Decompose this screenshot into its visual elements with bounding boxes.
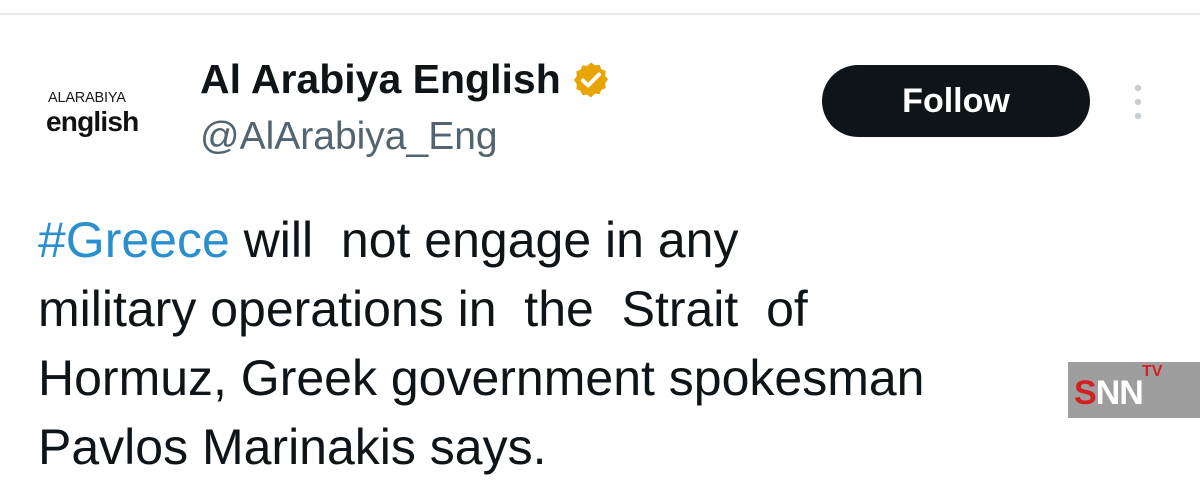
snn-tv-watermark: SNN TV — [1068, 362, 1200, 418]
watermark-nn: NN — [1095, 374, 1144, 412]
avatar-brand-bottom: english — [46, 106, 139, 137]
follow-button[interactable]: Follow — [822, 65, 1090, 137]
display-name-text: Al Arabiya English — [200, 56, 561, 102]
hashtag-link[interactable]: #Greece — [38, 212, 230, 268]
more-options-icon[interactable] — [1128, 82, 1148, 122]
watermark-logo: SNN — [1074, 374, 1144, 413]
avatar-brand-top: ALARABIYA — [48, 90, 126, 106]
top-divider — [0, 13, 1200, 15]
watermark-s: S — [1074, 374, 1097, 412]
avatar[interactable]: ALARABIYA english — [30, 74, 170, 164]
display-name[interactable]: Al Arabiya English — [200, 56, 611, 103]
tweet-text: #Greece will not engage in any military … — [38, 206, 1058, 482]
user-handle[interactable]: @AlArabiya_Eng — [200, 115, 498, 159]
verified-badge-icon — [573, 62, 608, 97]
watermark-tv: TV — [1142, 363, 1163, 380]
